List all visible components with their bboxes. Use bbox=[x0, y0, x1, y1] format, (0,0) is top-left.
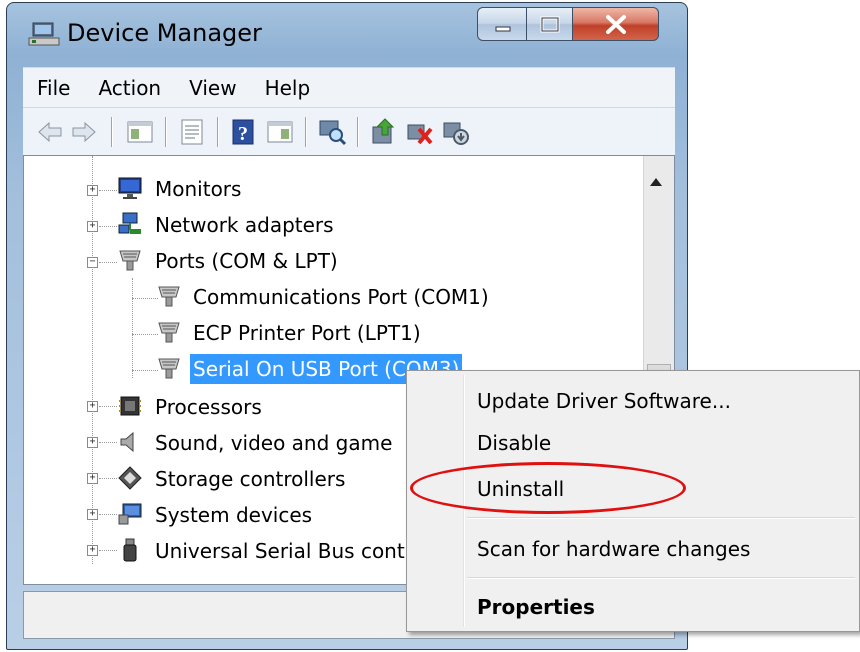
window-controls bbox=[477, 7, 659, 41]
tree-line bbox=[99, 190, 117, 191]
processor-icon bbox=[119, 396, 141, 416]
toolbar-separator bbox=[305, 117, 307, 147]
update-driver-icon[interactable] bbox=[369, 117, 399, 147]
uninstall-highlight-ellipse bbox=[410, 462, 686, 514]
menu-separator bbox=[467, 517, 855, 519]
expand-button[interactable]: + bbox=[87, 545, 98, 556]
monitor-icon bbox=[118, 177, 142, 199]
menu-view[interactable]: View bbox=[175, 68, 250, 108]
toolbar-separator bbox=[111, 117, 113, 147]
tree-line bbox=[132, 298, 158, 299]
toolbar-separator bbox=[165, 117, 167, 147]
expand-button[interactable]: + bbox=[87, 509, 98, 520]
scroll-up-arrow-icon[interactable] bbox=[650, 178, 662, 186]
port-icon bbox=[158, 286, 180, 307]
action-pane-icon[interactable] bbox=[265, 117, 295, 147]
tree-line bbox=[99, 550, 117, 551]
tree-item-communications-port[interactable]: Communications Port (COM1) bbox=[190, 282, 492, 312]
close-button[interactable] bbox=[573, 7, 659, 41]
tree-line bbox=[99, 406, 117, 407]
disable-icon[interactable] bbox=[441, 117, 471, 147]
tree-item-processors[interactable]: Processors bbox=[152, 392, 265, 422]
window-title: Device Manager bbox=[67, 19, 262, 47]
toolbar-separator bbox=[357, 117, 359, 147]
port-icon bbox=[119, 250, 141, 271]
expand-button[interactable]: + bbox=[87, 473, 98, 484]
minimize-button[interactable] bbox=[477, 7, 527, 41]
expand-button[interactable]: + bbox=[87, 185, 98, 196]
properties-icon[interactable] bbox=[177, 117, 207, 147]
maximize-icon bbox=[540, 16, 560, 33]
menu-action[interactable]: Action bbox=[84, 68, 175, 108]
tree-item-system-devices[interactable]: System devices bbox=[152, 500, 315, 530]
svg-text:?: ? bbox=[238, 123, 248, 145]
tree-item-monitors[interactable]: Monitors bbox=[152, 174, 244, 204]
tree-line bbox=[99, 262, 117, 263]
back-icon[interactable] bbox=[35, 117, 65, 147]
menu-disable[interactable]: Disable bbox=[477, 431, 551, 455]
network-adapter-icon bbox=[118, 212, 141, 234]
close-icon bbox=[606, 15, 626, 34]
menu-update-driver-software[interactable]: Update Driver Software... bbox=[477, 389, 731, 413]
menu-scan-for-hardware-changes[interactable]: Scan for hardware changes bbox=[477, 537, 750, 561]
port-icon bbox=[158, 358, 180, 379]
toolbar-separator bbox=[217, 117, 219, 147]
tree-line bbox=[99, 478, 117, 479]
collapse-button[interactable]: − bbox=[87, 257, 98, 268]
storage-controller-icon bbox=[118, 466, 142, 490]
forward-icon[interactable] bbox=[69, 117, 99, 147]
menu-separator bbox=[467, 577, 855, 579]
help-icon[interactable]: ? bbox=[229, 117, 259, 147]
menu-bar: File Action View Help bbox=[23, 67, 675, 108]
toolbar: ? bbox=[23, 107, 675, 157]
tree-item-ecp-printer-port[interactable]: ECP Printer Port (LPT1) bbox=[190, 318, 424, 348]
device-manager-icon bbox=[28, 22, 60, 46]
tree-item-ports[interactable]: Ports (COM & LPT) bbox=[152, 246, 341, 276]
minimize-icon bbox=[495, 26, 511, 32]
tree-line bbox=[99, 442, 117, 443]
tree-line bbox=[132, 278, 133, 378]
tree-line bbox=[132, 370, 158, 371]
port-icon bbox=[158, 322, 180, 343]
title-bar[interactable]: Device Manager bbox=[7, 3, 687, 67]
expand-button[interactable]: + bbox=[87, 437, 98, 448]
tree-line bbox=[92, 156, 93, 564]
tree-item-universal-serial-bus[interactable]: Universal Serial Bus cont bbox=[152, 536, 408, 566]
menu-file[interactable]: File bbox=[23, 68, 84, 108]
menu-help[interactable]: Help bbox=[251, 68, 325, 108]
tree-item-sound-video-game[interactable]: Sound, video and game bbox=[152, 428, 395, 458]
tree-line bbox=[132, 334, 158, 335]
system-devices-icon bbox=[118, 503, 142, 525]
tree-item-network-adapters[interactable]: Network adapters bbox=[152, 210, 337, 240]
usb-icon bbox=[123, 538, 137, 562]
tree-line bbox=[99, 226, 117, 227]
menu-properties[interactable]: Properties bbox=[477, 595, 595, 619]
speaker-icon bbox=[120, 431, 134, 453]
tree-line bbox=[99, 514, 117, 515]
expand-button[interactable]: + bbox=[87, 221, 98, 232]
scan-hardware-icon[interactable] bbox=[317, 117, 347, 147]
expand-button[interactable]: + bbox=[87, 401, 98, 412]
show-hide-tree-icon[interactable] bbox=[125, 117, 155, 147]
uninstall-icon[interactable] bbox=[405, 117, 435, 147]
maximize-button[interactable] bbox=[527, 7, 573, 41]
tree-item-storage-controllers[interactable]: Storage controllers bbox=[152, 464, 348, 494]
